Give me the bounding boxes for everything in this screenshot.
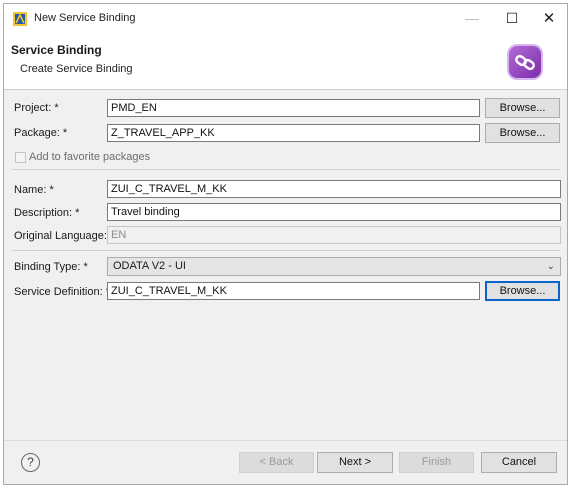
separator-2 [12,250,560,251]
app-icon [13,12,27,26]
favorite-label: Add to favorite packages [29,151,151,163]
next-button[interactable]: Next > [317,452,393,473]
page-title: Service Binding [11,43,102,57]
minimize-button[interactable]: — [454,7,490,29]
description-label: Description: * [14,207,80,219]
service-definition-browse-button[interactable]: Browse... [485,281,560,301]
close-button[interactable]: ✕ [531,7,567,29]
description-field[interactable]: Travel binding [107,203,561,221]
project-browse-button[interactable]: Browse... [485,98,560,118]
cancel-button[interactable]: Cancel [481,452,557,473]
favorite-checkbox[interactable] [15,152,26,163]
window-title: New Service Binding [34,12,136,24]
chevron-down-icon: ⌄ [546,261,555,272]
project-label: Project: * [14,102,59,114]
project-field[interactable]: PMD_EN [107,99,480,117]
page-subtitle: Create Service Binding [20,63,133,75]
maximize-button[interactable]: ☐ [494,7,530,29]
help-icon[interactable]: ? [21,453,40,472]
package-label: Package: * [14,127,68,139]
binding-type-select[interactable]: ODATA V2 - UI ⌄ [107,257,561,276]
service-binding-icon [509,46,541,78]
dialog-window: New Service Binding — ☐ ✕ Service Bindin… [3,3,568,485]
wizard-header: Service Binding Create Service Binding [4,33,567,90]
language-label: Original Language: [14,230,107,242]
package-browse-button[interactable]: Browse... [485,123,560,143]
service-definition-field[interactable]: ZUI_C_TRAVEL_M_KK [107,282,480,300]
package-field[interactable]: Z_TRAVEL_APP_KK [107,124,480,142]
finish-button[interactable]: Finish [399,452,474,473]
footer-separator [4,440,567,441]
language-field: EN [107,226,561,244]
binding-type-value: ODATA V2 - UI [113,260,186,272]
separator-1 [12,169,560,170]
name-field[interactable]: ZUI_C_TRAVEL_M_KK [107,180,561,198]
title-bar: New Service Binding — ☐ ✕ [4,4,567,33]
service-definition-label: Service Definition: * [14,286,110,298]
name-label: Name: * [14,184,54,196]
back-button[interactable]: < Back [239,452,314,473]
binding-type-label: Binding Type: * [14,261,88,273]
